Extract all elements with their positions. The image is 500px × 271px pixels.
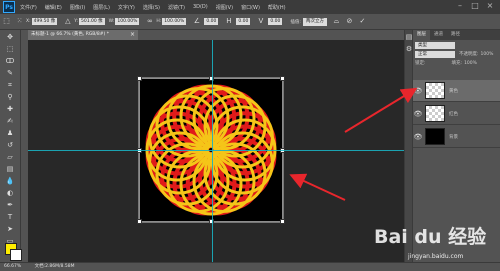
layer-row-red[interactable]: 👁 红色 <box>413 103 500 125</box>
layer-thumbnail <box>425 105 445 122</box>
healing-tool-icon[interactable]: ✚ <box>3 104 17 115</box>
vertical-guide[interactable] <box>212 40 213 262</box>
layer-thumbnail <box>425 82 445 99</box>
commit-transform-icon[interactable]: ✓ <box>358 17 367 26</box>
crop-tool-icon[interactable]: ⌗ <box>3 80 17 91</box>
menu-select[interactable]: 选择(S) <box>143 4 160 11</box>
close-window-icon[interactable]: × <box>485 1 495 11</box>
visibility-eye-icon[interactable]: 👁 <box>413 133 423 141</box>
transform-handle[interactable] <box>137 76 142 81</box>
minimize-icon[interactable]: – <box>455 1 465 11</box>
filter-row: 类型 <box>415 41 499 49</box>
marquee-tool-icon[interactable]: ⬚ <box>3 44 17 55</box>
horizontal-guide[interactable] <box>28 150 404 151</box>
skew-h-field[interactable]: 0.00 <box>236 18 251 25</box>
layer-name: 背景 <box>449 134 458 140</box>
path-select-tool-icon[interactable]: ➤ <box>3 224 17 235</box>
layer-name: 黄色 <box>449 88 458 94</box>
type-tool-icon[interactable]: T <box>3 212 17 223</box>
transform-handle[interactable] <box>280 219 285 224</box>
menu-window[interactable]: 窗口(W) <box>241 4 260 11</box>
photoshop-logo: Ps <box>3 1 15 13</box>
watermark-url: jingyan.baidu.com <box>408 253 464 260</box>
w-field[interactable]: 100.00% <box>115 18 140 25</box>
menu-layer[interactable]: 图层(L) <box>93 4 110 11</box>
warp-icon[interactable]: ⌓ <box>332 17 341 26</box>
maximize-icon[interactable]: □ <box>470 1 480 11</box>
skew-h-icon: H <box>226 17 232 25</box>
layer-name: 红色 <box>449 111 458 117</box>
h-field[interactable]: 100.00% <box>162 18 187 25</box>
h-label: H: <box>156 19 162 24</box>
layer-row-yellow[interactable]: 👁 黄色 <box>413 80 500 102</box>
cancel-transform-icon[interactable]: ⊘ <box>345 17 354 26</box>
skew-v-icon: V <box>258 17 264 25</box>
brush-tool-icon[interactable]: ✍ <box>3 116 17 127</box>
opacity-label: 不透明度: <box>459 52 479 57</box>
y-label: Y: <box>74 19 78 24</box>
menu-3d[interactable]: 3D(D) <box>193 4 208 10</box>
menu-type[interactable]: 文字(Y) <box>118 4 135 11</box>
dodge-tool-icon[interactable]: ◐ <box>3 188 17 199</box>
document-info: 文档:2.86M/8.58M <box>34 264 75 269</box>
visibility-eye-icon[interactable]: 👁 <box>413 87 423 95</box>
y-field[interactable]: 501.00 像 <box>78 18 105 25</box>
transform-handle[interactable] <box>280 76 285 81</box>
blend-row: 正常 不透明度: 100% <box>415 50 499 58</box>
opacity-value[interactable]: 100% <box>481 52 494 57</box>
skew-v-field[interactable]: 0.00 <box>268 18 283 25</box>
layer-thumbnail <box>425 128 445 145</box>
panel-tabs: 图层 通道 路径 <box>413 30 500 40</box>
lock-row: 锁定: 填充: 100% <box>415 59 499 67</box>
fill-label: 填充: <box>451 61 463 66</box>
pen-tool-icon[interactable]: ✒ <box>3 200 17 211</box>
quick-select-tool-icon[interactable]: ✎ <box>3 68 17 79</box>
tools-panel: ✥ ⬚ ↀ ✎ ⌗ ⚲ ✚ ✍ ♟ ↺ ▱ ▤ 💧 ◐ ✒ T ➤ ▭ <box>0 30 22 261</box>
reference-point-icon[interactable]: ⁙ <box>15 17 24 26</box>
angle-field[interactable]: 0.00 <box>204 18 219 25</box>
visibility-eye-icon[interactable]: 👁 <box>413 110 423 118</box>
document-tab-label: 未标题-1 @ 66.7% (黄色, RGB/8#) * <box>31 32 109 37</box>
rotate-icon: ∠ <box>193 17 200 25</box>
background-color-swatch[interactable] <box>10 249 22 261</box>
watermark-brand: Bai du 经验 <box>374 226 487 248</box>
blur-tool-icon[interactable]: 💧 <box>3 176 17 187</box>
tab-channels[interactable]: 通道 <box>430 30 447 40</box>
blend-mode-select[interactable]: 正常 <box>415 50 455 58</box>
interpolation-select[interactable]: 两次立方 <box>302 17 327 26</box>
transform-handle[interactable] <box>137 219 142 224</box>
relative-position-icon[interactable]: △ <box>63 17 72 26</box>
menu-view[interactable]: 视图(V) <box>216 4 233 11</box>
link-icon[interactable]: ∞ <box>145 17 154 26</box>
lasso-tool-icon[interactable]: ↀ <box>3 56 17 67</box>
interpolation-label: 插值: <box>290 19 301 25</box>
zoom-level[interactable]: 66.67% <box>4 264 21 269</box>
history-brush-tool-icon[interactable]: ↺ <box>3 140 17 151</box>
w-label: W: <box>108 19 115 24</box>
options-bar: ⬚ ⁙ X: 499.50 像 △ Y: 501.00 像 W: 100.00%… <box>0 14 500 30</box>
gradient-tool-icon[interactable]: ▤ <box>3 164 17 175</box>
x-field[interactable]: 499.50 像 <box>31 18 58 25</box>
menu-filter[interactable]: 滤镜(T) <box>168 4 185 11</box>
fill-value[interactable]: 100% <box>464 61 477 66</box>
x-label: X: <box>26 19 31 24</box>
eyedropper-tool-icon[interactable]: ⚲ <box>3 92 17 103</box>
close-tab-icon[interactable]: × <box>130 30 135 40</box>
lock-label: 锁定: <box>415 61 426 66</box>
document-tab[interactable]: 未标题-1 @ 66.7% (黄色, RGB/8#) * × <box>28 30 138 40</box>
tab-layers[interactable]: 图层 <box>413 30 430 40</box>
layer-kind-select[interactable]: 类型 <box>415 41 455 49</box>
menu-image[interactable]: 图像(I) <box>70 4 85 11</box>
transform-tool-icon: ⬚ <box>3 17 10 25</box>
eraser-tool-icon[interactable]: ▱ <box>3 152 17 163</box>
menu-edit[interactable]: 编辑(E) <box>45 4 62 11</box>
menu-file[interactable]: 文件(F) <box>20 4 37 11</box>
layer-row-background[interactable]: 👁 背景 <box>413 126 500 148</box>
stamp-tool-icon[interactable]: ♟ <box>3 128 17 139</box>
baidu-watermark: Bai du 经验 jingyan.baidu.com <box>368 222 498 267</box>
move-tool-icon[interactable]: ✥ <box>3 32 17 43</box>
tab-paths[interactable]: 路径 <box>447 30 464 40</box>
menu-help[interactable]: 帮助(H) <box>268 4 286 11</box>
menu-bar: Ps 文件(F) 编辑(E) 图像(I) 图层(L) 文字(Y) 选择(S) 滤… <box>0 0 500 14</box>
